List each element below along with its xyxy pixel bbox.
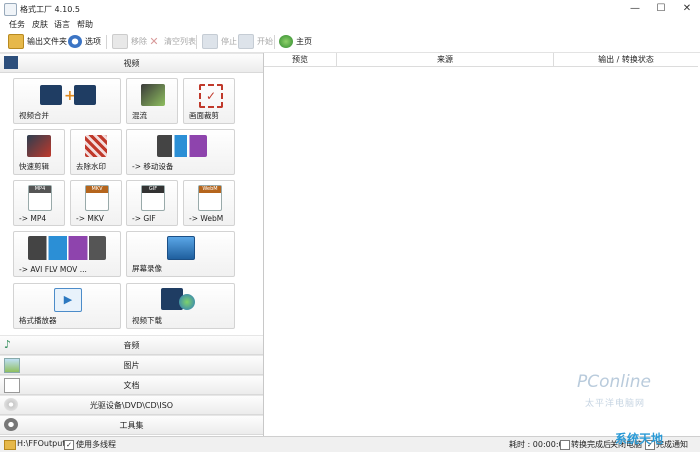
webm-icon: WebM	[198, 185, 222, 211]
tile-remove-watermark[interactable]: 去除水印	[70, 129, 122, 175]
mkv-icon: MKV	[85, 185, 109, 211]
column-output-status[interactable]: 输出 / 转换状态	[554, 53, 698, 67]
tile-mux[interactable]: 混流	[126, 78, 178, 124]
crop-icon: ✓	[199, 84, 223, 108]
toolbar: 输出文件夹 选项 移除 ✕ 清空列表 停止 开始 主页	[0, 31, 700, 53]
tile-webm[interactable]: WebM -> WebM	[183, 180, 235, 226]
tile-avi-flv-mov[interactable]: -> AVI FLV MOV ...	[13, 231, 121, 277]
category-image[interactable]: 图片	[0, 355, 263, 375]
output-folder-button[interactable]: 输出文件夹	[8, 34, 67, 49]
home-globe-icon	[279, 35, 293, 48]
tile-video-merge[interactable]: + 视频合并	[13, 78, 121, 124]
app-logo-icon	[4, 3, 17, 16]
home-button[interactable]: 主页	[279, 34, 312, 49]
after-finish-checkbox[interactable]	[560, 440, 570, 450]
menu-task[interactable]: 任务	[9, 19, 25, 30]
remove-watermark-icon	[85, 135, 107, 157]
tile-mobile-device[interactable]: -> 移动设备	[126, 129, 235, 175]
avi-flv-mov-icon	[28, 236, 106, 260]
multithread-label: 使用多线程	[76, 440, 116, 449]
category-document[interactable]: 文档	[0, 375, 263, 395]
tile-video-download[interactable]: 视频下载	[126, 283, 235, 329]
stop-icon	[202, 34, 218, 49]
clear-x-icon: ✕	[149, 35, 159, 48]
after-finish-label: 转换完成后	[571, 440, 611, 449]
video-merge-icon	[40, 85, 62, 105]
watermark-brand: PConline	[577, 372, 651, 392]
remove-button[interactable]: 移除	[112, 34, 147, 49]
minimize-button[interactable]: —	[622, 0, 648, 18]
gif-icon: GIF	[141, 185, 165, 211]
tile-crop[interactable]: ✓ 画面裁剪	[183, 78, 235, 124]
player-icon: ▶	[54, 288, 82, 312]
tile-screen-record[interactable]: 屏幕录像	[126, 231, 235, 277]
window-title: 格式工厂 4.10.5	[20, 5, 80, 14]
category-video[interactable]: 视频	[0, 53, 263, 73]
watermark-subtitle: 太平洋电脑网	[585, 399, 646, 409]
category-disc[interactable]: 光驱设备\DVD\CD\ISO	[0, 395, 263, 415]
mp4-icon: MP4	[28, 185, 52, 211]
tile-player[interactable]: ▶ 格式播放器	[13, 283, 121, 329]
mux-icon	[141, 84, 165, 106]
tile-mkv[interactable]: MKV -> MKV	[70, 180, 122, 226]
remove-icon	[112, 34, 128, 49]
clear-list-button[interactable]: ✕ 清空列表	[147, 34, 196, 49]
status-bar: H:\FFOutput ✓ 使用多线程 耗时 : 00:00:00 转换完成后 …	[0, 436, 700, 452]
menu-help[interactable]: 帮助	[77, 19, 93, 30]
output-path[interactable]: H:\FFOutput	[17, 439, 65, 448]
options-gear-icon	[68, 35, 82, 48]
screen-record-icon	[167, 236, 195, 260]
start-icon	[238, 34, 254, 49]
multithread-checkbox[interactable]: ✓	[64, 440, 74, 450]
close-button[interactable]: ✕	[674, 0, 700, 18]
function-panel: 视频 + 视频合并 混流 ✓ 画面裁剪 快速剪辑 去除水印 -> 移动设备 MP…	[0, 53, 264, 436]
column-preview[interactable]: 预览	[264, 53, 337, 67]
title-bar: 格式工厂 4.10.5 — ☐ ✕	[0, 0, 700, 18]
category-audio[interactable]: ♪ 音频	[0, 335, 263, 355]
folder-icon	[8, 34, 24, 49]
category-tools[interactable]: 工具集	[0, 415, 263, 435]
column-source[interactable]: 来源	[337, 53, 554, 67]
tile-quick-cut[interactable]: 快速剪辑	[13, 129, 65, 175]
tile-gif[interactable]: GIF -> GIF	[126, 180, 178, 226]
menu-skin[interactable]: 皮肤	[32, 19, 48, 30]
folder-icon	[4, 440, 16, 450]
quick-cut-icon	[27, 135, 51, 157]
maximize-button[interactable]: ☐	[648, 0, 674, 18]
stop-button[interactable]: 停止	[202, 34, 237, 49]
globe-icon	[179, 294, 195, 310]
menu-language[interactable]: 语言	[54, 19, 70, 30]
mobile-device-icon	[157, 135, 207, 157]
watermark-site: 系统天地	[615, 432, 664, 446]
options-button[interactable]: 选项	[68, 34, 101, 49]
tile-mp4[interactable]: MP4 -> MP4	[13, 180, 65, 226]
start-button[interactable]: 开始	[238, 34, 273, 49]
menu-bar: 任务 皮肤 语言 帮助	[0, 18, 700, 31]
